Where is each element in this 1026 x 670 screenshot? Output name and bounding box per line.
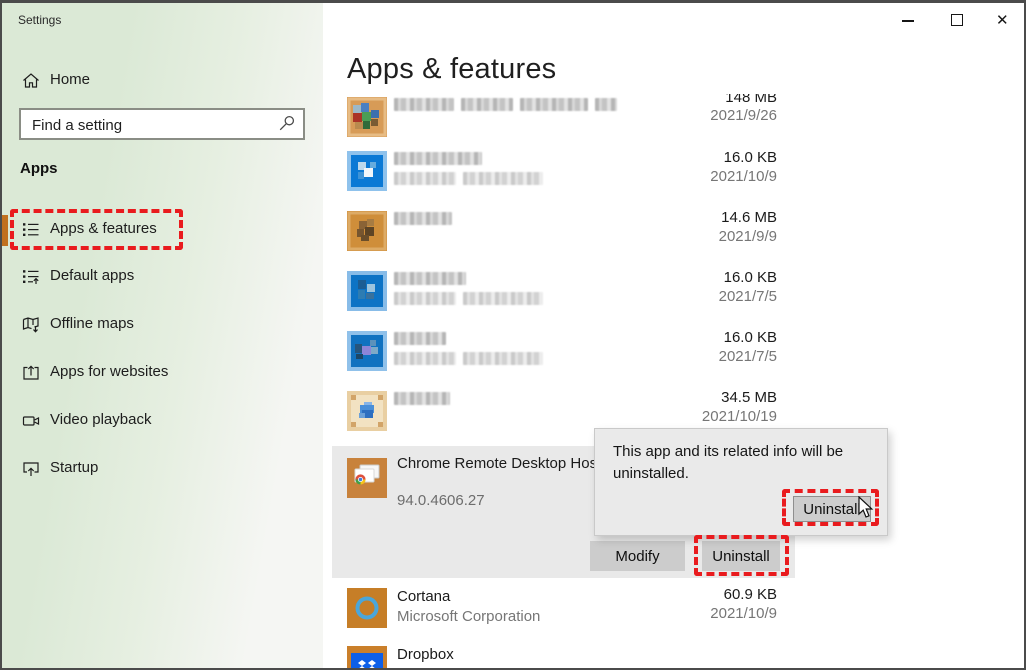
redacted-app-publisher	[394, 352, 543, 365]
close-icon: ✕	[996, 12, 1009, 29]
startup-icon	[22, 460, 40, 478]
sidebar-item-label: Offline maps	[50, 315, 134, 332]
app-version: 94.0.4606.27	[397, 492, 485, 509]
app-size: 14.6 MB	[721, 209, 777, 226]
sidebar-item-default-apps[interactable]: Default apps	[2, 255, 323, 299]
maximize-button[interactable]	[944, 9, 968, 31]
video-playback-icon	[22, 412, 40, 430]
window-title: Settings	[18, 13, 62, 27]
blue-tile-icon	[347, 151, 387, 191]
redacted-app-name	[394, 392, 450, 405]
mosaic-orange-tile-icon-2	[347, 211, 387, 251]
blue-tile-icon-2	[347, 271, 387, 311]
redacted-app-name	[394, 152, 482, 165]
sidebar-item-offline-maps[interactable]: Offline maps	[2, 303, 323, 347]
app-row[interactable]: 148 MB 2021/9/26	[332, 91, 795, 151]
home-icon	[22, 72, 40, 90]
sidebar: Settings Home Apps	[2, 3, 323, 668]
sidebar-item-label: Home	[50, 71, 91, 88]
app-row[interactable]: 16.0 KB 2021/7/5	[332, 265, 795, 325]
app-size: 16.0 KB	[723, 269, 777, 286]
app-date: 2021/10/19	[701, 408, 777, 425]
app-row[interactable]: 16.0 KB 2021/7/5	[332, 325, 795, 385]
cortana-icon	[347, 588, 387, 628]
mosaic-orange-tile-icon	[347, 97, 387, 137]
app-date: 2021/7/5	[718, 288, 777, 305]
app-row-dropbox[interactable]: Dropbox	[332, 640, 795, 668]
app-size: 148 MB	[725, 94, 777, 106]
main-content: Apps & features 148 MB 2021/9/26 16.0 KB…	[323, 3, 1024, 668]
app-date: 2021/9/9	[718, 228, 777, 245]
app-row[interactable]: 16.0 KB 2021/10/9	[332, 145, 795, 205]
app-date: 2021/9/26	[710, 107, 777, 124]
minimize-button[interactable]	[896, 9, 920, 31]
sidebar-item-label: Apps for websites	[50, 363, 169, 380]
sidebar-section-apps: Apps	[20, 160, 58, 177]
sidebar-item-apps-for-websites[interactable]: Apps for websites	[2, 351, 323, 395]
maximize-icon	[951, 14, 963, 26]
modify-button[interactable]: Modify	[590, 541, 685, 571]
blue-tile-icon-3	[347, 331, 387, 371]
redacted-app-name	[394, 332, 446, 345]
offline-maps-icon	[22, 316, 40, 334]
arrow-cursor-icon	[857, 495, 875, 525]
redacted-app-publisher	[394, 292, 543, 305]
search-icon	[278, 115, 295, 137]
redacted-app-name	[394, 212, 452, 225]
app-size: 60.9 KB	[723, 586, 777, 603]
app-publisher: Microsoft Corporation	[397, 608, 541, 625]
app-name: Chrome Remote Desktop Host	[397, 455, 602, 472]
dropbox-icon	[347, 646, 387, 668]
default-apps-icon	[22, 268, 40, 286]
redacted-app-name	[394, 272, 466, 285]
redacted-app-name	[394, 98, 617, 111]
app-date: 2021/7/5	[718, 348, 777, 365]
app-row[interactable]: 14.6 MB 2021/9/9	[332, 205, 795, 265]
chrome-remote-desktop-icon	[347, 458, 387, 498]
popup-message: This app and its related info will be un…	[613, 443, 844, 482]
annotation-row-uninstall	[694, 535, 789, 576]
search-box	[19, 108, 305, 140]
app-size: 16.0 KB	[723, 149, 777, 166]
tan-blue-tile-icon	[347, 391, 387, 431]
apps-for-websites-icon	[22, 364, 40, 382]
app-row-cortana[interactable]: Cortana Microsoft Corporation 60.9 KB 20…	[332, 582, 795, 642]
app-size: 16.0 KB	[723, 329, 777, 346]
app-date: 2021/10/9	[710, 168, 777, 185]
redacted-app-publisher	[394, 172, 543, 185]
app-size: 34.5 MB	[721, 389, 777, 406]
annotation-apps-features	[10, 209, 183, 250]
sidebar-item-label: Default apps	[50, 267, 135, 284]
search-input[interactable]	[30, 112, 274, 138]
close-button[interactable]: ✕	[991, 9, 1015, 31]
minimize-icon	[902, 20, 914, 22]
sidebar-item-home[interactable]: Home	[2, 59, 323, 103]
sidebar-item-label: Startup	[50, 459, 99, 476]
sidebar-item-label: Video playback	[50, 411, 152, 428]
app-date: 2021/10/9	[710, 605, 777, 622]
page-title: Apps & features	[347, 53, 557, 85]
sidebar-item-video-playback[interactable]: Video playback	[2, 399, 323, 443]
sidebar-item-startup[interactable]: Startup	[2, 447, 323, 491]
app-name: Dropbox	[397, 646, 454, 663]
settings-window: Settings Home Apps	[0, 0, 1026, 670]
app-name: Cortana	[397, 588, 451, 605]
